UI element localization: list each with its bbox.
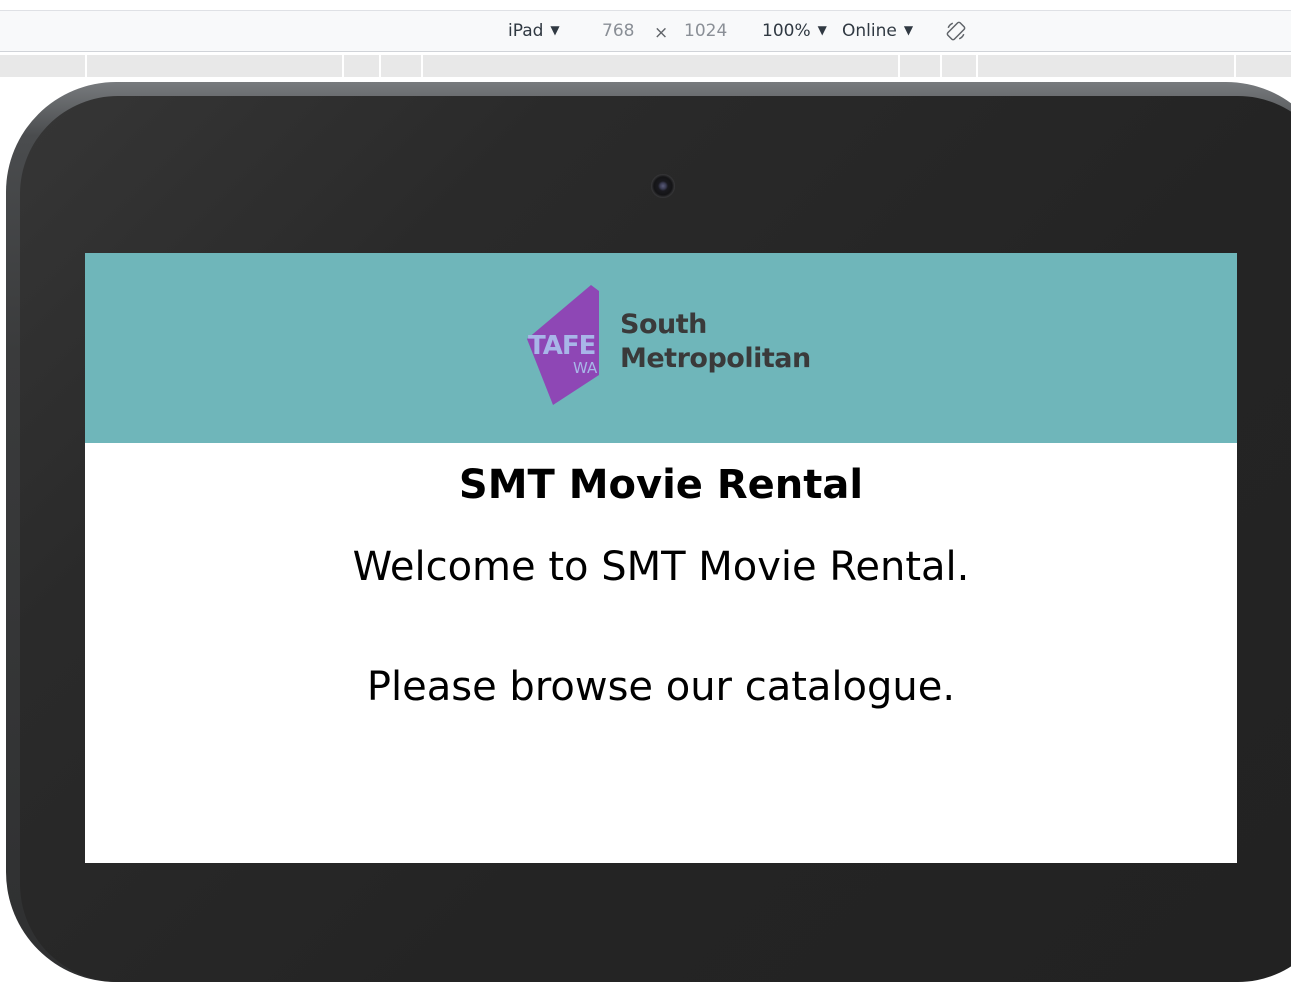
- device-label: iPad: [508, 21, 544, 41]
- logo-line-1: South: [620, 309, 707, 340]
- device-screen: TAFE WA South Metropolitan SMT Movie Ren…: [85, 253, 1237, 863]
- device-select[interactable]: iPad ▼: [508, 21, 560, 42]
- browse-text: Please browse our catalogue.: [366, 664, 956, 710]
- height-input[interactable]: 1024: [684, 21, 727, 41]
- dimension-separator: ×: [654, 23, 669, 43]
- ruler-segment[interactable]: [898, 55, 900, 77]
- ruler-segment[interactable]: [85, 55, 87, 77]
- device-toolbar: iPad ▼ 768 × 1024 100% ▼ Online ▼: [0, 10, 1291, 52]
- width-input[interactable]: 768: [602, 21, 634, 41]
- ruler-segment[interactable]: [379, 55, 381, 77]
- logo-mark-top: TAFE: [528, 331, 596, 361]
- zoom-label: 100%: [762, 21, 811, 41]
- chevron-down-icon: ▼: [903, 23, 914, 37]
- ruler-segment[interactable]: [421, 55, 423, 77]
- ruler-segment[interactable]: [976, 55, 978, 77]
- ruler-segment[interactable]: [342, 55, 344, 77]
- ruler-segment[interactable]: [940, 55, 942, 77]
- tafe-logo[interactable]: TAFE WA South Metropolitan: [525, 283, 815, 407]
- welcome-text: Welcome to SMT Movie Rental.: [352, 544, 970, 590]
- media-query-ruler: [0, 55, 1291, 77]
- ruler-segment[interactable]: [1234, 55, 1236, 77]
- throttling-select[interactable]: Online ▼: [842, 21, 913, 42]
- logo-mark-bottom: WA: [573, 359, 598, 377]
- chevron-down-icon: ▼: [817, 23, 827, 37]
- rotate-icon[interactable]: [945, 20, 967, 42]
- zoom-select[interactable]: 100% ▼: [762, 21, 827, 42]
- logo-line-2: Metropolitan: [620, 343, 811, 374]
- page-title: SMT Movie Rental: [458, 462, 864, 508]
- chevron-down-icon: ▼: [550, 23, 560, 37]
- camera-icon: [651, 174, 675, 198]
- throttling-label: Online: [842, 21, 897, 41]
- site-header: TAFE WA South Metropolitan: [85, 253, 1237, 443]
